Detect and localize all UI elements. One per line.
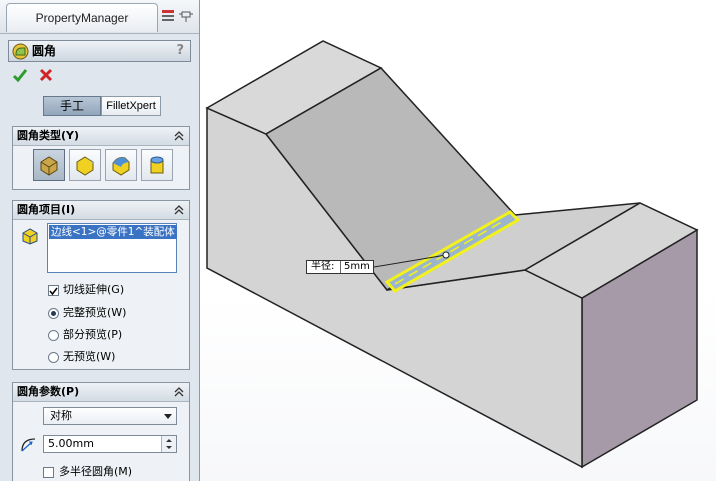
tab-filletxpert[interactable]: FilletXpert <box>101 96 161 116</box>
pin-icon[interactable] <box>178 8 194 24</box>
group-title: 圆角项目(I) <box>17 203 76 216</box>
selected-edge-item[interactable]: 边线<1>@零件1^装配体 <box>49 225 177 239</box>
radius-input[interactable]: 5.00mm <box>43 435 177 453</box>
full-round-icon <box>150 156 164 174</box>
panel-tab-bar: PropertyManager <box>0 0 199 34</box>
fillet-method-dropdown[interactable]: 对称 <box>43 407 177 425</box>
full-round-fillet-button[interactable] <box>141 149 173 181</box>
collapse-chevron-icon[interactable] <box>173 204 185 216</box>
help-icon[interactable]: ? <box>176 41 184 61</box>
fillet-method-value: 对称 <box>50 409 72 422</box>
tangent-propagation-label: 切线延伸(G) <box>63 283 125 296</box>
radius-callout[interactable]: 半径: 5mm <box>306 260 374 274</box>
no-preview-radio[interactable] <box>48 352 59 363</box>
cancel-x-icon[interactable] <box>38 67 54 83</box>
group-title: 圆角类型(Y) <box>17 129 80 142</box>
variable-radius-icon <box>76 156 94 176</box>
ok-check-icon[interactable] <box>12 67 28 83</box>
tab-manual[interactable]: 手工 <box>43 96 101 116</box>
dropdown-arrow-icon <box>164 414 172 419</box>
check-icon <box>49 287 58 296</box>
constant-radius-fillet-button[interactable] <box>33 149 65 181</box>
radius-icon <box>21 438 36 452</box>
variable-radius-fillet-button[interactable] <box>69 149 101 181</box>
part-model <box>205 40 699 469</box>
callout-value[interactable]: 5mm <box>340 261 376 273</box>
face-fillet-icon <box>112 157 130 176</box>
display-pane-icon[interactable] <box>160 8 176 24</box>
partial-preview-radio[interactable] <box>48 330 59 341</box>
graphics-area[interactable] <box>200 0 716 481</box>
property-manager-tab[interactable]: PropertyManager <box>6 3 158 32</box>
fillet-parameters-group: 圆角参数(P) 对称 5.00mm 多半径圆角(M) <box>12 382 190 481</box>
face-fillet-button[interactable] <box>105 149 137 181</box>
callout-handle[interactable] <box>442 251 450 259</box>
constant-radius-icon <box>40 156 58 176</box>
collapse-chevron-icon[interactable] <box>173 386 185 398</box>
full-preview-radio[interactable] <box>48 308 59 319</box>
no-preview-label: 无预览(W) <box>63 350 116 363</box>
edges-selection-list[interactable]: 边线<1>@零件1^装配体 <box>47 223 177 273</box>
group-title: 圆角参数(P) <box>17 385 80 398</box>
feature-title: 圆角 <box>32 44 57 58</box>
fillet-type-group-header[interactable]: 圆角类型(Y) <box>13 127 189 146</box>
feature-header: 圆角 ? <box>8 40 191 62</box>
multi-radius-checkbox[interactable] <box>43 467 54 478</box>
fillet-items-group: 圆角项目(I) 边线<1>@零件1^装配体 切线延伸(G) 完整预览(W) 部分… <box>12 200 190 370</box>
partial-preview-label: 部分预览(P) <box>63 328 123 341</box>
collapse-chevron-icon[interactable] <box>173 130 185 142</box>
edge-selection-icon <box>22 228 38 245</box>
tab-bar-icons <box>160 8 196 24</box>
fillet-type-group: 圆角类型(Y) <box>12 126 190 190</box>
fillet-parameters-group-header[interactable]: 圆角参数(P) <box>13 383 189 402</box>
fillet-feature-icon <box>12 43 29 60</box>
property-manager-panel: PropertyManager 圆角 ? 手工 FilletXpert 圆角类型… <box>0 0 200 481</box>
tangent-propagation-checkbox[interactable] <box>48 285 59 296</box>
radius-spinner[interactable] <box>161 436 176 452</box>
callout-label: 半径: <box>311 261 335 272</box>
spin-arrows-icon <box>166 439 172 449</box>
radius-value: 5.00mm <box>48 437 94 450</box>
multi-radius-label: 多半径圆角(M) <box>59 465 133 478</box>
full-preview-label: 完整预览(W) <box>63 306 127 319</box>
fillet-items-group-header[interactable]: 圆角项目(I) <box>13 201 189 220</box>
